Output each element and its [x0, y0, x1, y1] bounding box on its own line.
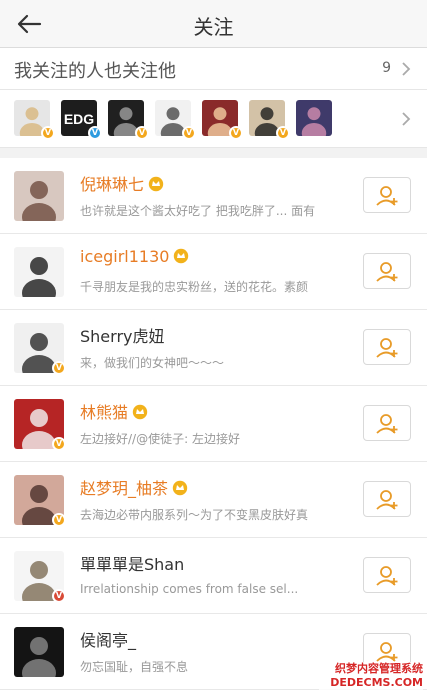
- add-user-icon: [376, 414, 398, 434]
- mutual-avatar[interactable]: [296, 100, 332, 136]
- user-name-text: 林熊猫: [80, 403, 129, 422]
- user-name-text: 赵梦玥_柚茶: [80, 479, 169, 498]
- chevron-right-icon: [402, 62, 411, 76]
- following-row[interactable]: 倪琳琳七也许就是这个酱太好吃了 把我吃胖了... 面有: [0, 158, 427, 234]
- following-row[interactable]: V 赵梦玥_柚茶去海边必带内服系列〜为了不变黑皮肤好真: [0, 462, 427, 538]
- verified-badge-icon: V: [229, 126, 243, 140]
- verified-badge-icon: V: [52, 361, 66, 375]
- user-name[interactable]: 侯阁亭_: [80, 627, 136, 651]
- user-name-text: Sherry虎妞: [80, 327, 165, 346]
- verified-badge-icon: V: [182, 126, 196, 140]
- avatar[interactable]: [14, 171, 64, 221]
- avatar[interactable]: [14, 627, 64, 677]
- user-name[interactable]: 赵梦玥_柚茶: [80, 475, 188, 499]
- user-name[interactable]: 單單單是Shan: [80, 551, 184, 575]
- following-row[interactable]: V 單單單是Shan Irrelationship comes from false…: [0, 538, 427, 614]
- follow-button[interactable]: [363, 405, 411, 441]
- verified-badge-icon: V: [52, 513, 66, 527]
- user-name[interactable]: 林熊猫: [80, 399, 148, 423]
- user-name[interactable]: icegirl1130: [80, 247, 189, 266]
- top-navigation-bar: 关注: [0, 0, 427, 48]
- following-row[interactable]: icegirl1130 千寻朋友是我的忠实粉丝，送的花花。素颜: [0, 234, 427, 310]
- mutual-follow-count: 9: [382, 60, 391, 76]
- user-name-text: 單單單是Shan: [80, 555, 185, 574]
- page-title: 关注: [193, 15, 234, 39]
- user-name[interactable]: 倪琳琳七: [80, 171, 164, 195]
- follow-button[interactable]: [363, 329, 411, 365]
- user-description: Irrelationship comes from false sel...: [80, 582, 299, 596]
- user-name-text: 侯阁亭_: [80, 631, 137, 650]
- verified-badge-icon: V: [276, 126, 290, 140]
- mutual-avatar-strip[interactable]: V EDG V V V V V: [0, 90, 427, 148]
- vip-crown-icon: [174, 248, 189, 264]
- vip-crown-icon: [132, 404, 148, 420]
- verified-badge-icon: V: [52, 437, 66, 451]
- verified-badge-icon: V: [52, 589, 66, 603]
- add-user-icon: [376, 566, 398, 586]
- verified-badge-icon: V: [135, 126, 149, 140]
- follow-button[interactable]: [363, 481, 411, 517]
- verified-badge-icon: V: [88, 126, 102, 140]
- add-user-icon: [376, 338, 398, 358]
- watermark-line: 织梦内容管理系统: [335, 662, 423, 675]
- svg-text:EDG: EDG: [64, 111, 94, 127]
- user-description: 千寻朋友是我的忠实粉丝，送的花花。素颜: [80, 280, 309, 294]
- watermark-logo: 织梦内容管理系统 DEDECMS.COM: [319, 662, 423, 694]
- add-user-icon: [376, 262, 398, 282]
- vip-crown-icon: [148, 176, 164, 192]
- user-name-text: 倪琳琳七: [80, 175, 145, 194]
- following-row[interactable]: V Sherry虎妞来，做我们的女神吧〜〜〜: [0, 310, 427, 386]
- user-description: 去海边必带内服系列〜为了不变黑皮肤好真: [80, 508, 309, 522]
- user-description: 来，做我们的女神吧〜〜〜: [80, 356, 225, 370]
- user-description: 也许就是这个酱太好吃了 把我吃胖了... 面有: [80, 204, 316, 218]
- add-user-icon: [376, 642, 398, 662]
- user-description: 勿忘国耻，自强不息: [80, 660, 189, 674]
- user-name-text: icegirl1130: [80, 247, 170, 266]
- user-description: 左边接好//@使徒子: 左边接好: [80, 432, 240, 446]
- follow-button[interactable]: [363, 253, 411, 289]
- user-name[interactable]: Sherry虎妞: [80, 323, 165, 347]
- mutual-follow-summary[interactable]: 我关注的人也关注他 9: [0, 48, 427, 90]
- verified-badge-icon: V: [41, 126, 55, 140]
- following-row[interactable]: V 林熊猫左边接好//@使徒子: 左边接好: [0, 386, 427, 462]
- add-user-icon: [376, 186, 398, 206]
- follow-button[interactable]: [363, 557, 411, 593]
- chevron-right-icon: [402, 112, 411, 126]
- mutual-follow-title: 我关注的人也关注他: [14, 61, 176, 82]
- follow-button[interactable]: [363, 177, 411, 213]
- watermark-line: DEDECMS.COM: [330, 676, 423, 689]
- vip-crown-icon: [172, 480, 188, 496]
- following-list: 倪琳琳七也许就是这个酱太好吃了 把我吃胖了... 面有 icegirl1130 千…: [0, 158, 427, 698]
- add-user-icon: [376, 490, 398, 510]
- avatar[interactable]: [14, 247, 64, 297]
